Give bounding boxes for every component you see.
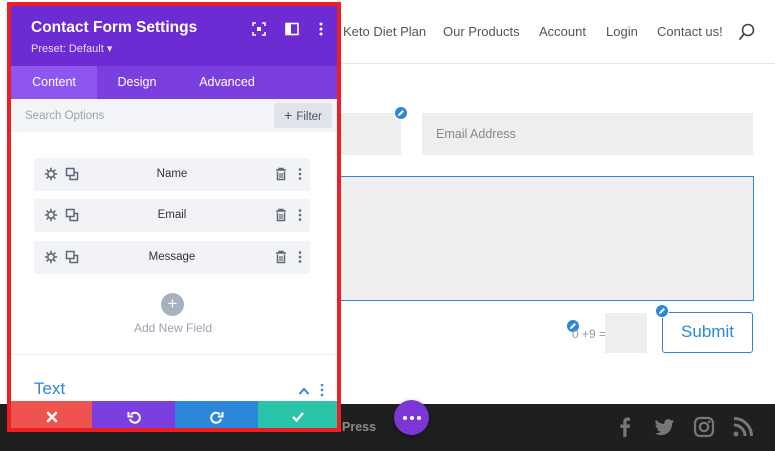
duplicate-icon[interactable] [65, 208, 79, 222]
more-options-icon[interactable] [293, 167, 307, 181]
tab-content[interactable]: Content [11, 66, 97, 99]
search-options-input[interactable] [25, 104, 265, 128]
name-field[interactable] [338, 113, 401, 155]
tab-design[interactable]: Design [97, 66, 177, 99]
nav-link-our-products[interactable]: Our Products [443, 24, 520, 39]
pencil-icon [659, 308, 665, 314]
split-view-icon[interactable] [284, 21, 300, 37]
gear-icon[interactable] [44, 250, 58, 264]
email-field[interactable]: Email Address [422, 113, 753, 155]
gear-icon[interactable] [44, 208, 58, 222]
nav-link-account[interactable]: Account [539, 24, 586, 39]
panel-title: Contact Form Settings [31, 19, 198, 36]
text-section-toggle[interactable]: Text [34, 379, 65, 399]
undo-button[interactable] [92, 401, 175, 428]
captcha-question: 0 +9 = [572, 327, 607, 341]
redo-icon [209, 411, 223, 424]
fullscreen-icon[interactable] [251, 21, 267, 37]
check-icon [291, 411, 304, 422]
rss-icon[interactable] [732, 416, 754, 438]
more-options-icon[interactable] [313, 21, 329, 37]
nav-link-login[interactable]: Login [606, 24, 638, 39]
filter-label: Filter [296, 111, 322, 123]
redo-button[interactable] [175, 401, 258, 428]
add-new-field-label[interactable]: Add New Field [71, 321, 275, 335]
email-field-placeholder: Email Address [436, 127, 516, 141]
captcha-input[interactable] [605, 313, 647, 353]
panel-action-bar [11, 401, 337, 428]
filter-button[interactable]: + Filter [274, 103, 332, 128]
plus-icon: + [284, 107, 293, 123]
close-icon [46, 411, 57, 422]
more-options-icon[interactable] [319, 383, 325, 397]
plus-icon: + [167, 294, 178, 313]
builder-menu-button[interactable] [394, 400, 429, 435]
edit-submit-badge[interactable] [655, 304, 669, 318]
instagram-icon[interactable] [693, 416, 715, 438]
dot-icon [403, 416, 407, 420]
duplicate-icon[interactable] [65, 167, 79, 181]
contact-form-settings-panel: Contact Form Settings Preset: Default ▾ … [7, 2, 341, 432]
edit-name-field-badge[interactable] [394, 106, 408, 120]
cancel-button[interactable] [11, 401, 92, 428]
add-new-field-button[interactable]: + [161, 293, 184, 316]
search-icon[interactable] [738, 22, 756, 42]
tab-advanced[interactable]: Advanced [177, 66, 277, 99]
field-item-email[interactable]: Email [34, 199, 310, 232]
dot-icon [410, 416, 414, 420]
gear-icon[interactable] [44, 167, 58, 181]
undo-icon [127, 411, 141, 424]
facebook-icon[interactable] [614, 416, 636, 438]
chevron-up-icon[interactable] [298, 386, 310, 396]
more-options-icon[interactable] [293, 250, 307, 264]
submit-button[interactable]: Submit [662, 312, 753, 353]
field-item-message[interactable]: Message [34, 241, 310, 274]
duplicate-icon[interactable] [65, 250, 79, 264]
site-navigation: Keto Diet Plan Our Products Account Logi… [338, 0, 775, 64]
message-field[interactable] [338, 176, 754, 301]
more-options-icon[interactable] [293, 208, 307, 222]
search-options-bar: +Filter [11, 99, 337, 132]
nav-link-contact-us[interactable]: Contact us! [657, 24, 723, 39]
pencil-icon [398, 110, 404, 116]
save-button[interactable] [258, 401, 337, 428]
panel-header[interactable]: Contact Form Settings Preset: Default ▾ [11, 6, 337, 66]
dot-icon [417, 416, 421, 420]
trash-icon[interactable] [274, 250, 288, 264]
field-item-name[interactable]: Name [34, 158, 310, 191]
trash-icon[interactable] [274, 208, 288, 222]
preset-selector[interactable]: Preset: Default ▾ [31, 42, 112, 55]
section-divider [11, 354, 337, 355]
panel-tabs: Content Design Advanced [11, 66, 337, 99]
nav-link-keto-diet-plan[interactable]: Keto Diet Plan [343, 24, 426, 39]
twitter-icon[interactable] [653, 416, 675, 438]
footer-credit-text: Press [342, 420, 377, 434]
trash-icon[interactable] [274, 167, 288, 181]
